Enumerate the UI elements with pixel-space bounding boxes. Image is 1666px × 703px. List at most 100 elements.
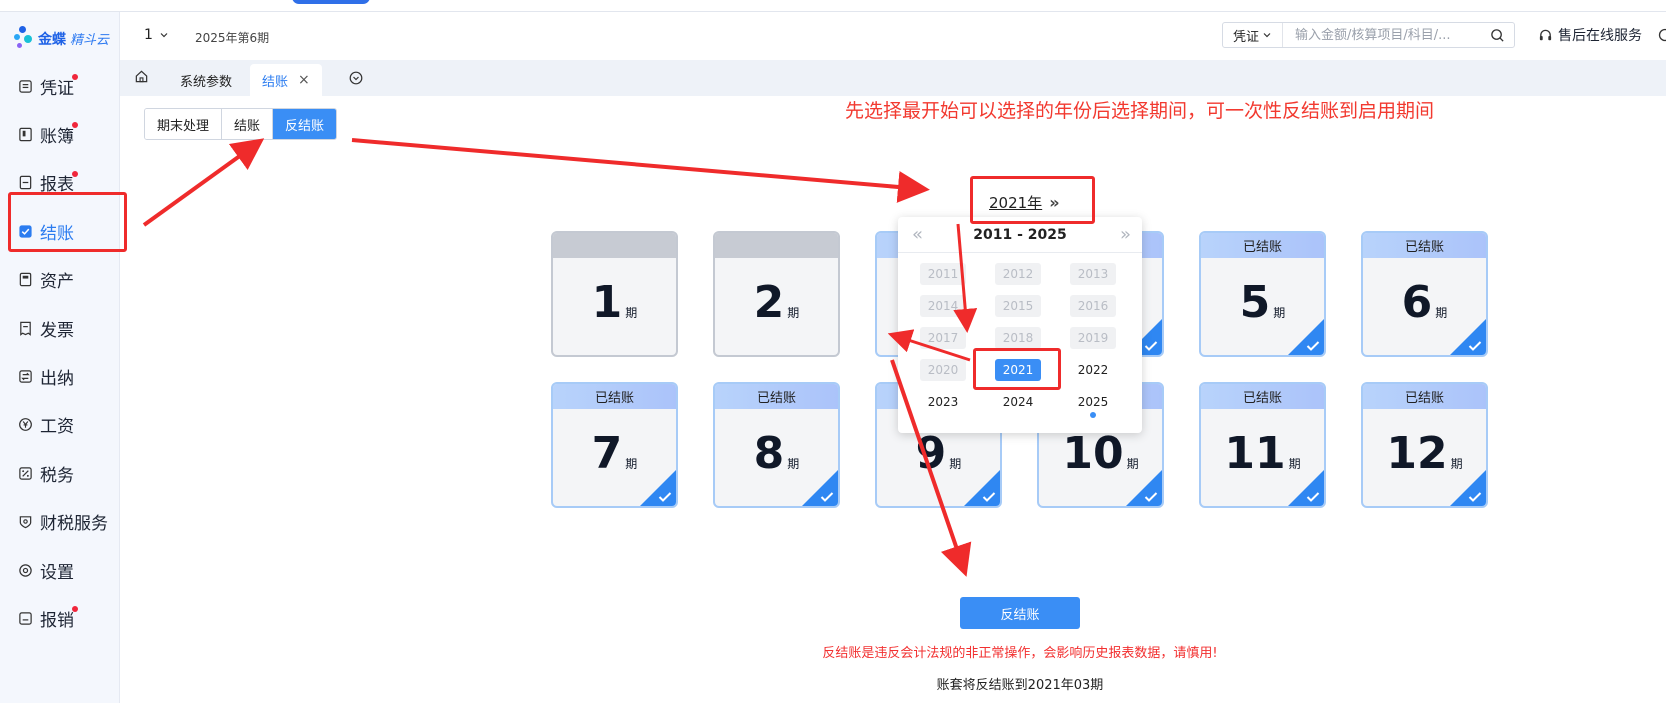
search-type-value: 凭证 — [1232, 29, 1259, 45]
year-cell[interactable]: 2018 — [995, 327, 1041, 349]
asset-icon — [19, 273, 32, 287]
tabs-bar: 系统参数 结账 × — [120, 60, 1666, 96]
cashier-icon — [19, 370, 32, 383]
headset-icon — [1539, 29, 1552, 40]
sidebar-item-cashier[interactable]: 出纳 — [0, 352, 120, 400]
year-dropdown: « 2011 - 2025 » 2011 2012 2013 2014 2015… — [898, 217, 1142, 433]
check-icon — [1468, 341, 1482, 351]
sidebar-item-settings[interactable]: 设置 — [0, 546, 120, 594]
double-chevron-left-icon[interactable]: « — [912, 224, 923, 245]
logo[interactable]: 金蝶 精斗云 — [14, 26, 109, 52]
tab-system-params[interactable]: 系统参数 — [168, 64, 244, 96]
period-card-2[interactable]: 2期 — [713, 231, 840, 357]
invoice-icon — [20, 321, 31, 336]
year-cell[interactable]: 2012 — [995, 263, 1041, 285]
sidebar-item-ledger[interactable]: 账簿 — [0, 110, 120, 158]
check-icon — [1144, 492, 1158, 502]
sidebar-item-invoice[interactable]: 发票 — [0, 304, 120, 352]
account-select[interactable]: 1 — [144, 27, 169, 43]
new-badge — [72, 74, 78, 80]
sidebar-item-tax[interactable]: 税务 — [0, 449, 120, 497]
close-icon[interactable]: × — [298, 72, 310, 88]
year-cell[interactable]: 2011 — [920, 263, 966, 285]
new-badge — [72, 170, 78, 177]
online-service-link[interactable]: 售后在线服务 — [1538, 25, 1642, 45]
year-cell-current[interactable]: 2025 — [1070, 391, 1116, 418]
top-pill — [292, 0, 370, 4]
year-cell[interactable]: 2024 — [995, 391, 1041, 413]
year-range: 2011 - 2025 — [973, 226, 1067, 243]
help-icon[interactable] — [1658, 28, 1666, 42]
year-cell[interactable]: 2017 — [920, 327, 966, 349]
period-status: 已结账 — [715, 384, 838, 409]
period-card-5[interactable]: 已结账 5期 — [1199, 231, 1326, 357]
current-year-dot — [1090, 412, 1096, 418]
reimburse-icon — [19, 612, 32, 625]
report-icon — [19, 176, 32, 190]
period-card-1[interactable]: 1期 — [551, 231, 678, 357]
home-icon[interactable] — [134, 69, 149, 84]
sidebar: 金蝶 精斗云 凭证 账簿 报表 结账 资产 发票 出纳 工资 税务 财税服务 设… — [0, 12, 120, 703]
sidebar-item-salary[interactable]: 工资 — [0, 401, 120, 449]
annotation-note: 先选择最开始可以选择的年份后选择期间，可一次性反结账到启用期间 — [845, 100, 1435, 122]
year-cell[interactable]: 2023 — [920, 391, 966, 413]
sidebar-item-voucher[interactable]: 凭证 — [0, 62, 120, 110]
main-content: 期末处理 结账 反结账 先选择最开始可以选择的年份后选择期间，可一次性反结账到启… — [120, 96, 1666, 703]
sidebar-item-label: 出纳 — [40, 369, 74, 390]
search-type-select[interactable]: 凭证 — [1223, 23, 1283, 47]
double-chevron-right-icon[interactable]: » — [1120, 224, 1131, 245]
sidebar-item-asset[interactable]: 资产 — [0, 256, 120, 304]
sidebar-item-finance-service[interactable]: 财税服务 — [0, 498, 120, 546]
period-card-6[interactable]: 已结账 6期 — [1361, 231, 1488, 357]
chevron-down-circle-icon[interactable] — [349, 71, 363, 85]
closing-mode-segment: 期末处理 结账 反结账 — [144, 108, 338, 140]
check-icon — [820, 492, 834, 502]
search-icon[interactable] — [1490, 28, 1505, 43]
period-status: 已结账 — [1201, 384, 1324, 409]
highlight-closing-nav — [8, 192, 127, 252]
sidebar-item-label: 报销 — [40, 610, 74, 631]
tab-label: 结账 — [262, 74, 289, 90]
sidebar-item-label: 资产 — [40, 272, 74, 293]
period-status: 已结账 — [1363, 384, 1486, 409]
segment-unclosing[interactable]: 反结账 — [273, 109, 337, 139]
year-cell[interactable]: 2016 — [1070, 295, 1116, 317]
segment-period-end[interactable]: 期末处理 — [145, 109, 223, 139]
period-status: 已结账 — [1363, 233, 1486, 258]
global-search: 凭证 — [1222, 22, 1515, 48]
logo-mark-icon — [14, 26, 36, 52]
logo-text: 金蝶 精斗云 — [38, 32, 110, 48]
search-input[interactable] — [1283, 23, 1490, 47]
sidebar-item-label: 发票 — [40, 320, 74, 341]
year-cell[interactable]: 2019 — [1070, 327, 1116, 349]
settings-icon — [19, 563, 32, 577]
chevron-down-icon — [160, 33, 168, 38]
year-cell[interactable]: 2013 — [1070, 263, 1116, 285]
sidebar-item-label: 财税服务 — [40, 514, 108, 535]
period-card-11[interactable]: 已结账 11 期 — [1199, 382, 1326, 508]
period-number: 1期 — [591, 277, 638, 328]
sidebar-item-label: 设置 — [40, 562, 74, 583]
period-card-8[interactable]: 已结账 8期 — [713, 382, 840, 508]
year-cell[interactable]: 2014 — [920, 295, 966, 317]
year-cell[interactable]: 2022 — [1070, 359, 1116, 381]
salary-icon — [19, 418, 32, 432]
result-text: 账套将反结账到2021年03期 — [936, 678, 1104, 693]
period-status — [715, 233, 838, 258]
tab-label: 系统参数 — [180, 74, 233, 90]
unclose-button[interactable]: 反结账 — [960, 597, 1080, 629]
check-icon — [658, 492, 672, 502]
year-cell[interactable]: 2015 — [995, 295, 1041, 317]
highlight-year-picker — [970, 176, 1095, 224]
period-status: 已结账 — [1201, 233, 1324, 258]
voucher-icon — [19, 79, 32, 93]
tab-closing[interactable]: 结账 × — [250, 64, 322, 96]
period-card-12[interactable]: 已结账 12 期 — [1361, 382, 1488, 508]
segment-closing[interactable]: 结账 — [222, 109, 274, 139]
sidebar-item-reimburse[interactable]: 报销 — [0, 594, 120, 642]
sidebar-item-label: 税务 — [40, 465, 74, 486]
period-card-7[interactable]: 已结账 7期 — [551, 382, 678, 508]
top-strip — [0, 0, 1666, 12]
sidebar-item-label: 凭证 — [40, 78, 74, 99]
year-cell[interactable]: 2020 — [920, 359, 966, 381]
